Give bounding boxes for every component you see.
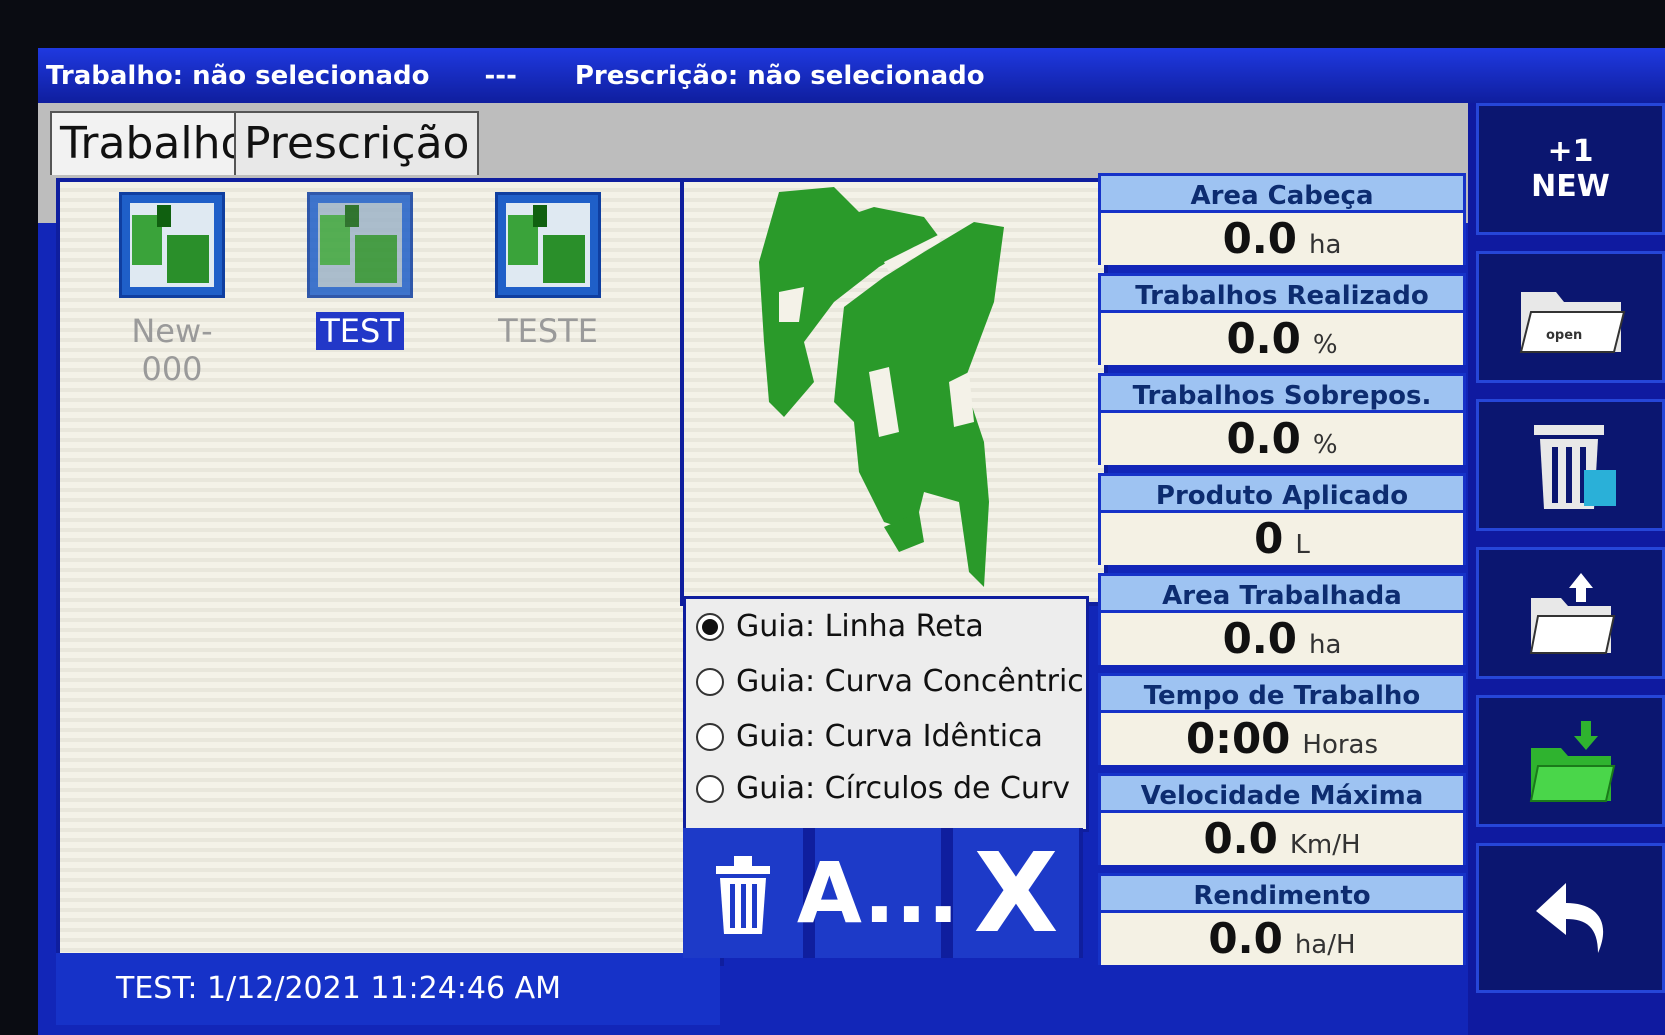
trash-icon: [716, 856, 770, 934]
prescricao-status: Prescrição: não selecionado: [574, 60, 985, 91]
guide-label: Guia: Círculos de Curv: [736, 771, 1071, 806]
new-icon: +1: [1547, 134, 1594, 169]
radio-icon: [696, 774, 724, 803]
delete-guide-button[interactable]: [683, 828, 803, 958]
back-arrow-icon: [1535, 883, 1603, 953]
guide-option-curva-concentrica[interactable]: Guia: Curva Concêntric: [696, 664, 1084, 699]
ab-line-button[interactable]: A...: [797, 828, 959, 958]
stat-label-trabalhos-realizado: Trabalhos Realizado: [1098, 273, 1466, 313]
delete-icon: [1533, 425, 1616, 509]
open-job-button[interactable]: open: [1476, 251, 1665, 383]
stat-value-area-cabeca: 0.0 ha: [1098, 213, 1466, 265]
stat-value-trabalhos-realizado: 0.0%: [1098, 313, 1466, 365]
export-job-button[interactable]: [1476, 547, 1665, 679]
stat-label-trabalhos-sobrepos: Trabalhos Sobrepos.: [1098, 373, 1466, 413]
delete-job-button[interactable]: [1476, 399, 1665, 531]
back-button[interactable]: [1476, 843, 1665, 993]
job-item-label: TEST: [316, 312, 404, 350]
job-item-label: New-000: [131, 312, 213, 388]
device-bezel: Trabalho: não selecionado --- Prescrição…: [0, 0, 1665, 1035]
field-map-shape: [759, 187, 1004, 587]
stat-label-velocidade-maxima: Velocidade Máxima: [1098, 773, 1466, 813]
guide-option-circulos[interactable]: Guia: Círculos de Curv: [696, 771, 1070, 806]
radio-icon: [696, 722, 724, 751]
stat-label-area-trabalhada: Area Trabalhada: [1098, 573, 1466, 613]
new-label: NEW: [1531, 169, 1610, 204]
stat-value-area-trabalhada: 0.0 ha: [1098, 613, 1466, 665]
field-map-preview: [680, 178, 1108, 606]
stat-value-produto-aplicado: 0L: [1098, 513, 1466, 565]
import-job-button[interactable]: [1476, 695, 1665, 827]
stat-value-velocidade-maxima: 0.0 Km/H: [1098, 813, 1466, 865]
guide-option-curva-identica[interactable]: Guia: Curva Idêntica: [696, 719, 1043, 754]
stat-label-rendimento: Rendimento: [1098, 873, 1466, 913]
tab-prescricao[interactable]: Prescrição: [234, 111, 480, 175]
job-item-test[interactable]: TEST: [290, 192, 430, 350]
guide-label: Guia: Curva Idêntica: [736, 719, 1043, 754]
guide-label: Guia: Curva Concêntric: [736, 664, 1084, 699]
field-map-icon: [119, 192, 225, 298]
clear-button[interactable]: X: [953, 828, 1079, 958]
job-list-panel: New-000 TEST TESTE: [56, 178, 724, 966]
radio-icon: [696, 667, 724, 696]
job-item-teste[interactable]: TESTE: [478, 192, 618, 350]
stat-label-area-cabeca: Area Cabeça: [1098, 173, 1466, 213]
radio-icon: [696, 612, 724, 641]
stat-value-trabalhos-sobrepos: 0.0%: [1098, 413, 1466, 465]
stat-label-tempo-de-trabalho: Tempo de Trabalho: [1098, 673, 1466, 713]
job-item-new-000[interactable]: New-000: [102, 192, 242, 388]
folder-upload-icon: [1529, 573, 1615, 654]
folder-download-icon: [1529, 721, 1615, 802]
trabalho-status: Trabalho: não selecionado: [46, 60, 430, 91]
tab-trabalho[interactable]: Trabalho: [50, 111, 258, 175]
screen: Trabalho: não selecionado --- Prescrição…: [38, 48, 1665, 1035]
guide-option-linha-reta[interactable]: Guia: Linha Reta: [696, 609, 984, 644]
title-bar: Trabalho: não selecionado --- Prescrição…: [38, 48, 1665, 103]
job-stats-panel: Area Cabeça 0.0 ha Trabalhos Realizado 0.…: [1098, 173, 1466, 975]
open-folder-icon: open: [1519, 292, 1625, 353]
svg-text:open: open: [1546, 328, 1582, 343]
field-map-icon: [495, 192, 601, 298]
stat-value-tempo-de-trabalho: 0:00 Horas: [1098, 713, 1466, 765]
new-job-button[interactable]: +1 NEW: [1476, 103, 1665, 235]
field-map-icon: [307, 192, 413, 298]
right-toolbar: +1 NEW open: [1468, 103, 1665, 1035]
action-bar: A... X: [683, 828, 1083, 958]
stat-label-produto-aplicado: Produto Aplicado: [1098, 473, 1466, 513]
header-separator: ---: [484, 60, 517, 91]
status-bar: TEST: 1/12/2021 11:24:46 AM: [56, 953, 720, 1025]
job-item-label: TESTE: [498, 312, 598, 350]
stat-value-rendimento: 0.0 ha/H: [1098, 913, 1466, 965]
guide-label: Guia: Linha Reta: [736, 609, 984, 644]
guide-options: Guia: Linha Reta Guia: Curva Concêntric …: [683, 596, 1089, 832]
